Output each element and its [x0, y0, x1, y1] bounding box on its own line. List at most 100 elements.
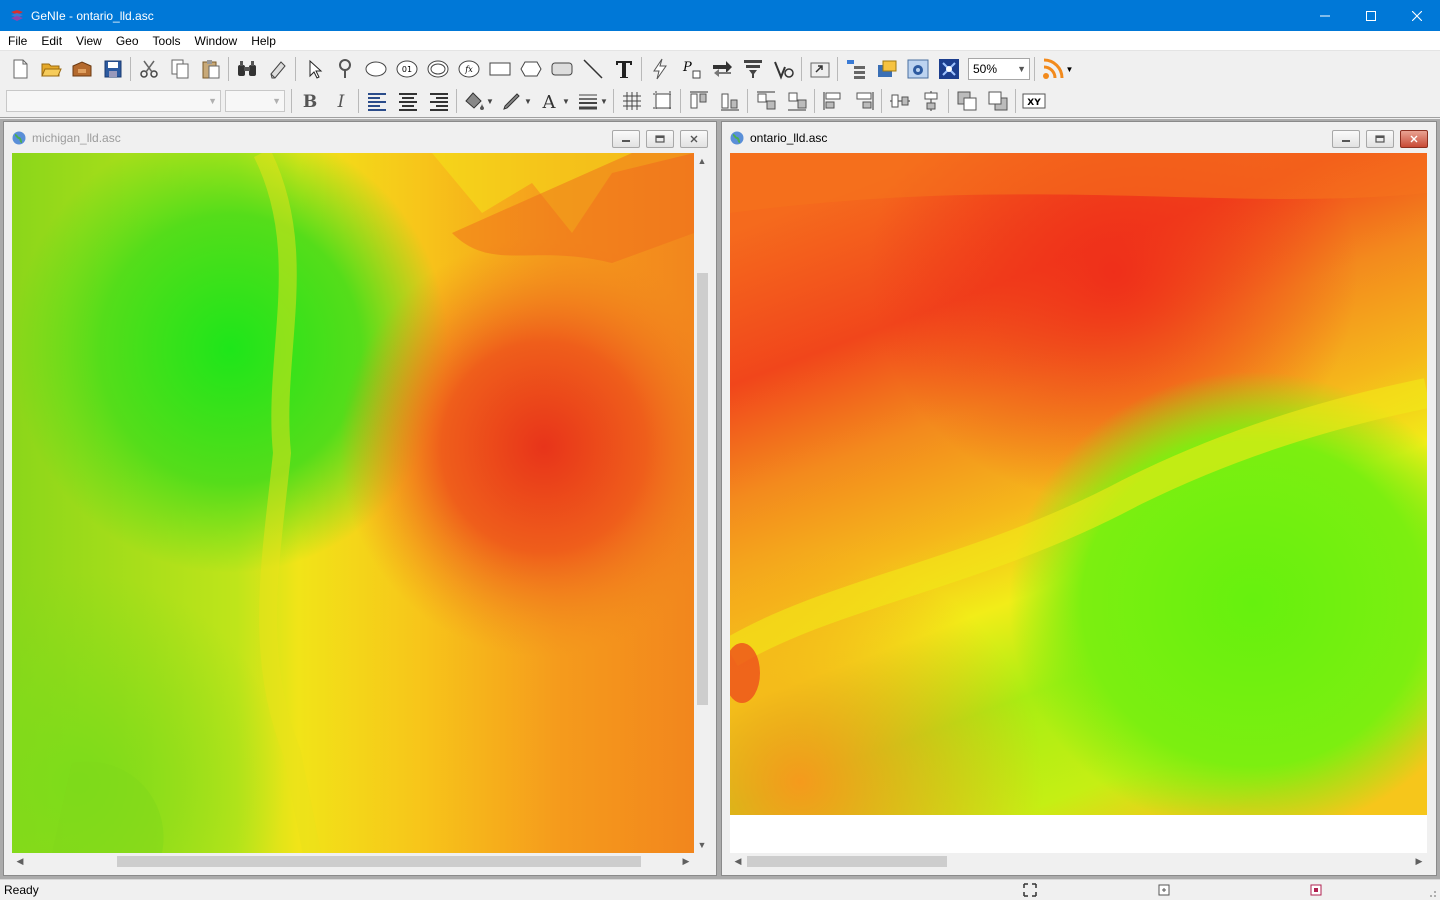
- align-center-button[interactable]: [392, 87, 423, 115]
- open-button[interactable]: [35, 55, 66, 83]
- horizontal-scrollbar[interactable]: ◀ ▶: [730, 853, 1427, 870]
- rectangle-tool-button[interactable]: [484, 55, 515, 83]
- font-size-select[interactable]: ▼: [225, 90, 285, 112]
- snap-button[interactable]: [647, 87, 678, 115]
- map-canvas-michigan[interactable]: [12, 153, 694, 853]
- align-left-edge-icon: [823, 92, 840, 110]
- mdi-maximize-button[interactable]: [1366, 130, 1394, 148]
- toolbar-separator: [295, 57, 296, 81]
- rss-feed-button[interactable]: ▼: [1037, 55, 1077, 83]
- fit-view-icon[interactable]: [1023, 883, 1037, 897]
- menu-window[interactable]: Window: [188, 31, 245, 51]
- mdi-maximize-button[interactable]: [646, 130, 674, 148]
- minimize-button[interactable]: [1302, 0, 1348, 31]
- line-color-button[interactable]: ▼: [497, 87, 535, 115]
- mdi-window-michigan[interactable]: michigan_lld.asc ▲ ▼ ◀ ▶: [3, 121, 717, 876]
- send-back-button[interactable]: [982, 87, 1013, 115]
- chance-node-button[interactable]: 01: [391, 55, 422, 83]
- menu-geo[interactable]: Geo: [109, 31, 146, 51]
- probe-button[interactable]: [329, 55, 360, 83]
- network-grid-button[interactable]: [933, 55, 964, 83]
- toolbar-separator: [1015, 89, 1016, 113]
- arc-tool-button[interactable]: [577, 55, 608, 83]
- bold-button[interactable]: B: [294, 87, 325, 115]
- grid-button[interactable]: [616, 87, 647, 115]
- scroll-thumb[interactable]: [747, 856, 947, 867]
- font-color-button[interactable]: A ▼: [535, 87, 573, 115]
- align-right-edge-button[interactable]: [848, 87, 879, 115]
- mdi-caption[interactable]: michigan_lld.asc: [4, 122, 716, 154]
- mdi-close-button[interactable]: [680, 130, 708, 148]
- resize-grip-icon[interactable]: [1424, 885, 1438, 899]
- distribute-bottom-button[interactable]: [781, 87, 812, 115]
- distribute-top-button[interactable]: [750, 87, 781, 115]
- equation-node-button[interactable]: fx: [453, 55, 484, 83]
- mdi-window-ontario[interactable]: ontario_lld.asc ◀ ▶: [721, 121, 1437, 876]
- align-bottom-button[interactable]: [714, 87, 745, 115]
- new-file-button[interactable]: [4, 55, 35, 83]
- text-tool-button[interactable]: [608, 55, 639, 83]
- xy-coordinates-button[interactable]: XY: [1018, 87, 1049, 115]
- find-button[interactable]: [231, 55, 262, 83]
- align-top-button[interactable]: [683, 87, 714, 115]
- settings-panel-button[interactable]: [902, 55, 933, 83]
- scroll-thumb[interactable]: [697, 273, 708, 705]
- italic-button[interactable]: I: [325, 87, 356, 115]
- close-button[interactable]: [1394, 0, 1440, 31]
- zoom-select[interactable]: 50% ▼: [968, 58, 1030, 80]
- scroll-right-arrow[interactable]: ▶: [1411, 853, 1427, 869]
- scroll-left-arrow[interactable]: ◀: [12, 853, 28, 869]
- align-left-edge-button[interactable]: [817, 87, 848, 115]
- paste-button[interactable]: [195, 55, 226, 83]
- save-button[interactable]: [97, 55, 128, 83]
- maximize-button[interactable]: [1348, 0, 1394, 31]
- filter-button[interactable]: [737, 55, 768, 83]
- vertical-scrollbar[interactable]: ▲ ▼: [694, 153, 711, 853]
- copy-button[interactable]: [164, 55, 195, 83]
- xy-coordinates-icon: XY: [1022, 93, 1045, 109]
- center-vertical-button[interactable]: [915, 87, 946, 115]
- menu-file[interactable]: File: [0, 31, 34, 51]
- mdi-minimize-button[interactable]: [612, 130, 640, 148]
- eraser-button[interactable]: [262, 55, 293, 83]
- ellipse-tool-button[interactable]: [360, 55, 391, 83]
- menu-help[interactable]: Help: [244, 31, 283, 51]
- scroll-left-arrow[interactable]: ◀: [730, 853, 746, 869]
- mdi-close-button[interactable]: [1400, 130, 1428, 148]
- scroll-down-arrow[interactable]: ▼: [694, 837, 710, 853]
- rounded-rect-tool-button[interactable]: [546, 55, 577, 83]
- mdi-minimize-button[interactable]: [1332, 130, 1360, 148]
- map-canvas-ontario[interactable]: [730, 153, 1427, 853]
- grid-status-icon[interactable]: [1309, 883, 1323, 897]
- lightning-button[interactable]: [644, 55, 675, 83]
- center-horizontal-button[interactable]: [884, 87, 915, 115]
- line-width-button[interactable]: ▼: [573, 87, 611, 115]
- scroll-right-arrow[interactable]: ▶: [678, 853, 694, 869]
- mdi-caption[interactable]: ontario_lld.asc: [722, 122, 1436, 154]
- svg-text:P: P: [682, 60, 692, 75]
- parameter-button[interactable]: P: [675, 55, 706, 83]
- validate-button[interactable]: [768, 55, 799, 83]
- align-left-button[interactable]: [361, 87, 392, 115]
- horizontal-scrollbar[interactable]: ◀ ▶: [12, 853, 694, 870]
- hexagon-tool-button[interactable]: [515, 55, 546, 83]
- font-name-select[interactable]: ▼: [6, 90, 221, 112]
- tree-view-button[interactable]: [840, 55, 871, 83]
- bring-front-button[interactable]: [951, 87, 982, 115]
- menu-edit[interactable]: Edit: [34, 31, 69, 51]
- page-layout-icon[interactable]: [1157, 883, 1171, 897]
- menu-view[interactable]: View: [69, 31, 109, 51]
- swap-arrows-button[interactable]: [706, 55, 737, 83]
- scroll-thumb[interactable]: [117, 856, 641, 867]
- select-pointer-button[interactable]: [298, 55, 329, 83]
- scroll-up-arrow[interactable]: ▲: [694, 153, 710, 169]
- open-archive-button[interactable]: [66, 55, 97, 83]
- cut-button[interactable]: [133, 55, 164, 83]
- send-back-icon: [988, 91, 1007, 111]
- align-right-button[interactable]: [423, 87, 454, 115]
- menu-tools[interactable]: Tools: [146, 31, 188, 51]
- database-button[interactable]: [871, 55, 902, 83]
- fill-color-button[interactable]: ▼: [459, 87, 497, 115]
- deterministic-node-button[interactable]: [422, 55, 453, 83]
- export-button[interactable]: [804, 55, 835, 83]
